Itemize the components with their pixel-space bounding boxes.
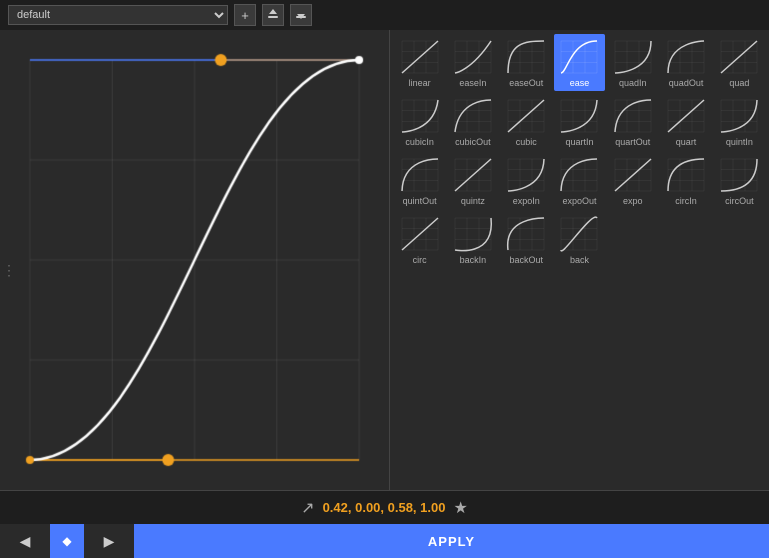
easing-preview-linear <box>398 37 442 77</box>
bottom-bar: ↗ 0.42, 0.00, 0.58, 1.00 ★ ◀ ◆ ▶ APPLY <box>0 490 769 558</box>
easing-item-cubicIn[interactable]: cubicIn <box>394 93 445 150</box>
easing-preview-easeOut <box>504 37 548 77</box>
easing-item-quintz[interactable]: quintz <box>447 152 498 209</box>
easing-label-expoOut: expoOut <box>562 196 596 206</box>
bottom-nav: ◀ ◆ ▶ APPLY <box>0 524 769 558</box>
easing-preview-quintIn <box>717 96 761 136</box>
easing-preview-cubicOut <box>451 96 495 136</box>
easing-preview-circIn <box>664 155 708 195</box>
easing-preview-expoIn <box>504 155 548 195</box>
import-button[interactable] <box>262 4 284 26</box>
easing-panel: linear easeIn easeOut ease quadIn quadOut quad… <box>390 30 769 490</box>
easing-label-easeOut: easeOut <box>509 78 543 88</box>
easing-label-quart: quart <box>676 137 697 147</box>
arrow-icon: ↗ <box>301 498 314 518</box>
easing-label-quadIn: quadIn <box>619 78 647 88</box>
easing-label-quadOut: quadOut <box>669 78 704 88</box>
easing-preview-quartOut <box>611 96 655 136</box>
easing-label-cubic: cubic <box>516 137 537 147</box>
easing-label-quartIn: quartIn <box>565 137 593 147</box>
easing-item-quart[interactable]: quart <box>660 93 711 150</box>
easing-preview-circOut <box>717 155 761 195</box>
curve-editor <box>0 30 390 490</box>
easing-item-quadIn[interactable]: quadIn <box>607 34 658 91</box>
easing-item-quad[interactable]: quad <box>714 34 765 91</box>
easing-label-quintOut: quintOut <box>403 196 437 206</box>
easing-item-quadOut[interactable]: quadOut <box>660 34 711 91</box>
easing-preview-back <box>557 214 601 254</box>
easing-item-easeOut[interactable]: easeOut <box>501 34 552 91</box>
easing-preview-cubic <box>504 96 548 136</box>
easing-item-quartOut[interactable]: quartOut <box>607 93 658 150</box>
easing-preview-ease <box>557 37 601 77</box>
easing-preview-quartIn <box>557 96 601 136</box>
easing-item-linear[interactable]: linear <box>394 34 445 91</box>
easing-label-quad: quad <box>729 78 749 88</box>
easing-preview-backIn <box>451 214 495 254</box>
easing-label-cubicOut: cubicOut <box>455 137 491 147</box>
easing-item-quintOut[interactable]: quintOut <box>394 152 445 209</box>
easing-item-expoOut[interactable]: expoOut <box>554 152 605 209</box>
add-preset-button[interactable]: + <box>234 4 256 26</box>
easing-item-circ[interactable]: circ <box>394 211 445 268</box>
export-button[interactable] <box>290 4 312 26</box>
easing-preview-quart <box>664 96 708 136</box>
easing-label-backIn: backIn <box>460 255 487 265</box>
apply-button[interactable]: APPLY <box>134 524 769 558</box>
easing-label-expo: expo <box>623 196 643 206</box>
easing-label-back: back <box>570 255 589 265</box>
easing-item-back[interactable]: back <box>554 211 605 268</box>
easing-label-ease: ease <box>570 78 590 88</box>
preset-select[interactable]: default <box>8 5 228 25</box>
curve-canvas[interactable] <box>0 30 389 490</box>
easing-item-circIn[interactable]: circIn <box>660 152 711 209</box>
easing-item-backOut[interactable]: backOut <box>501 211 552 268</box>
easing-preview-quad <box>717 37 761 77</box>
easing-item-backIn[interactable]: backIn <box>447 211 498 268</box>
easing-item-easeIn[interactable]: easeIn <box>447 34 498 91</box>
easing-label-circOut: circOut <box>725 196 754 206</box>
easing-item-circOut[interactable]: circOut <box>714 152 765 209</box>
easing-preview-expoOut <box>557 155 601 195</box>
easing-item-cubic[interactable]: cubic <box>501 93 552 150</box>
easing-preview-circ <box>398 214 442 254</box>
easing-label-cubicIn: cubicIn <box>405 137 434 147</box>
easing-label-backOut: backOut <box>509 255 543 265</box>
easing-item-expo[interactable]: expo <box>607 152 658 209</box>
easing-label-linear: linear <box>409 78 431 88</box>
easing-preview-quadIn <box>611 37 655 77</box>
easing-label-circIn: circIn <box>675 196 697 206</box>
easing-label-quartOut: quartOut <box>615 137 650 147</box>
easing-grid: linear easeIn easeOut ease quadIn quadOut quad… <box>394 34 765 268</box>
easing-preview-cubicIn <box>398 96 442 136</box>
bottom-values: ↗ 0.42, 0.00, 0.58, 1.00 ★ <box>0 491 769 524</box>
easing-label-quintz: quintz <box>461 196 485 206</box>
bezier-values: 0.42, 0.00, 0.58, 1.00 <box>323 500 446 515</box>
top-bar: default + <box>0 0 769 30</box>
easing-preview-backOut <box>504 214 548 254</box>
easing-preview-easeIn <box>451 37 495 77</box>
easing-label-easeIn: easeIn <box>459 78 486 88</box>
main-content: linear easeIn easeOut ease quadIn quadOut quad… <box>0 30 769 490</box>
prev-button[interactable]: ◀ <box>0 524 50 558</box>
easing-preview-expo <box>611 155 655 195</box>
easing-preview-quintOut <box>398 155 442 195</box>
easing-preview-quadOut <box>664 37 708 77</box>
easing-label-expoIn: expoIn <box>513 196 540 206</box>
easing-item-ease[interactable]: ease <box>554 34 605 91</box>
easing-preview-quintz <box>451 155 495 195</box>
keyframe-button[interactable]: ◆ <box>50 524 84 558</box>
easing-item-quartIn[interactable]: quartIn <box>554 93 605 150</box>
easing-label-circ: circ <box>413 255 427 265</box>
easing-item-cubicOut[interactable]: cubicOut <box>447 93 498 150</box>
easing-label-quintIn: quintIn <box>726 137 753 147</box>
easing-item-expoIn[interactable]: expoIn <box>501 152 552 209</box>
next-button[interactable]: ▶ <box>84 524 134 558</box>
favorite-button[interactable]: ★ <box>453 498 467 518</box>
easing-item-quintIn[interactable]: quintIn <box>714 93 765 150</box>
